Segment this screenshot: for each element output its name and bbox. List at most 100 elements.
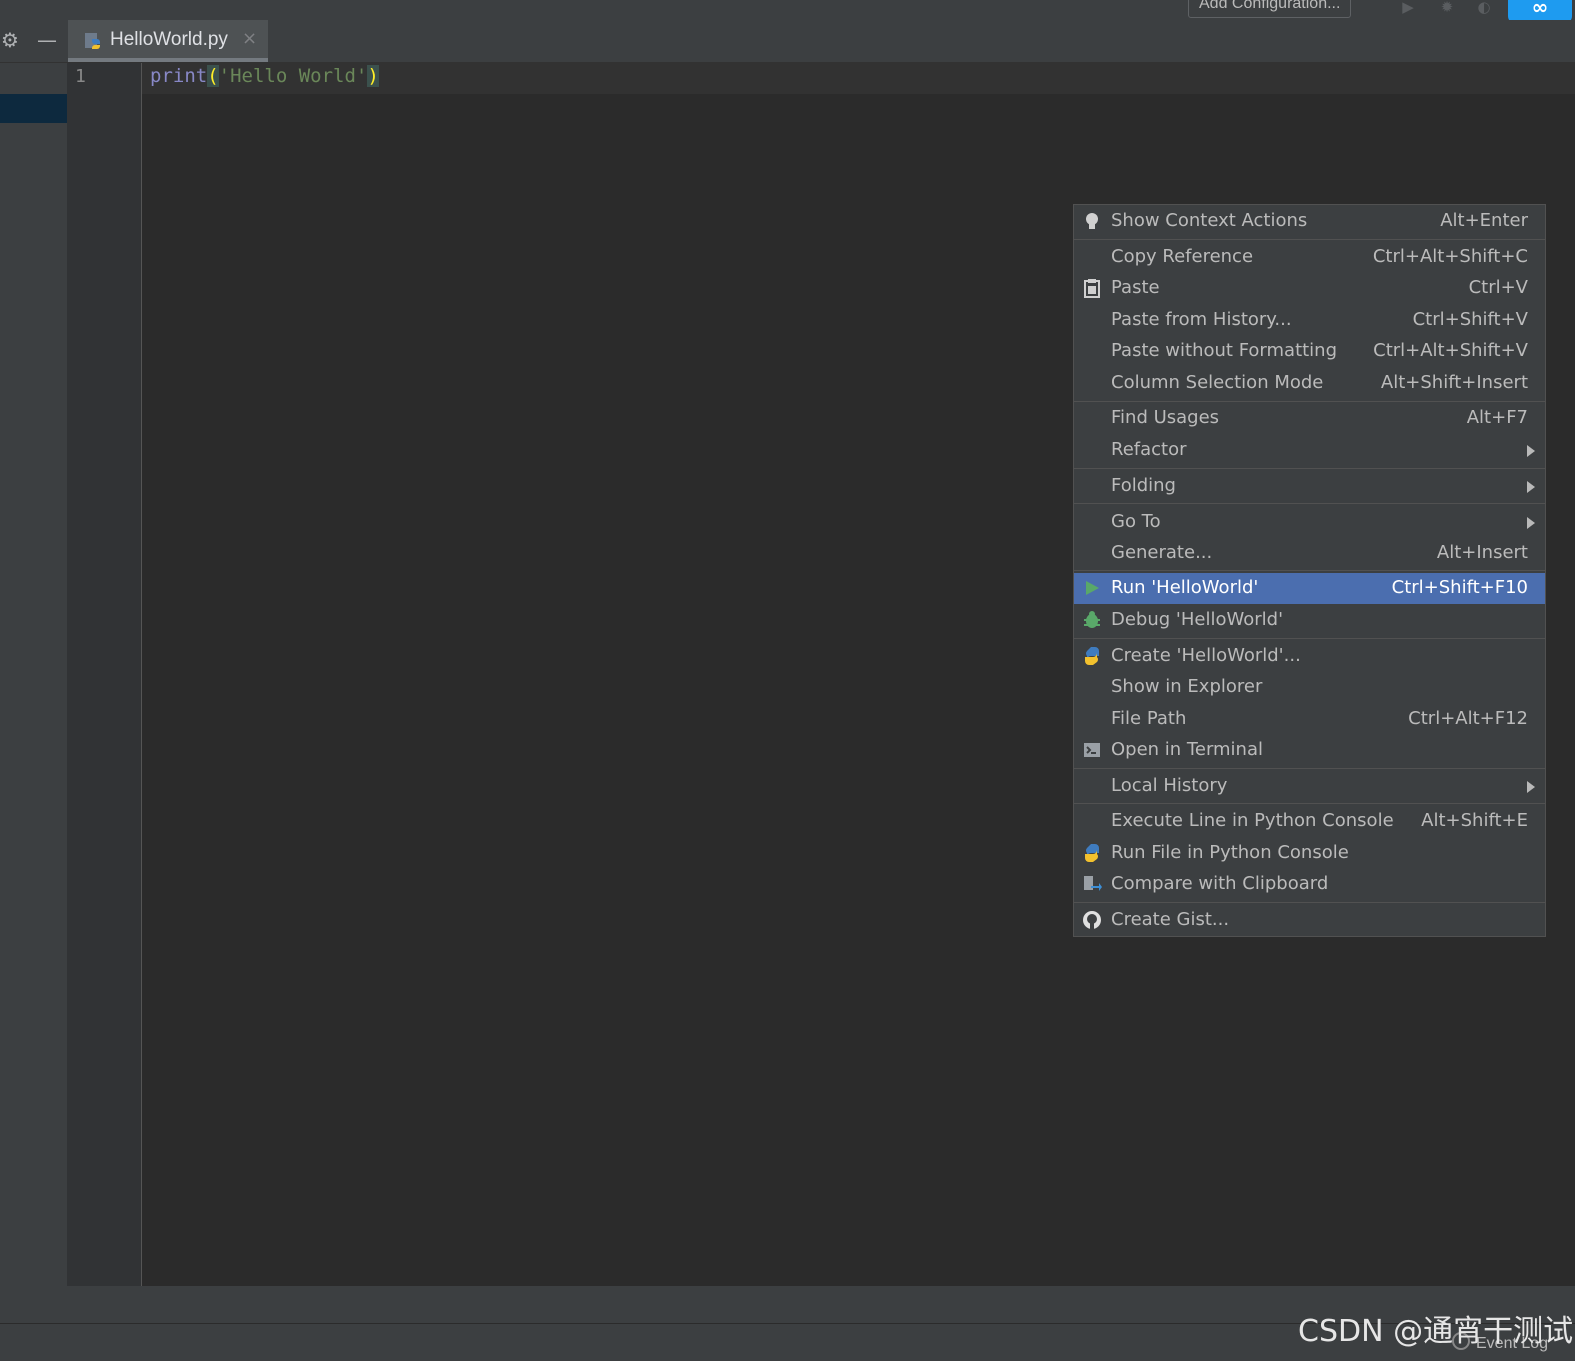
- python-icon: [1085, 844, 1099, 862]
- menu-separator: [1074, 503, 1545, 504]
- watermark: CSDN @通宵干测试: [1298, 1314, 1574, 1349]
- menu-item-label: Column Selection Mode: [1111, 372, 1324, 393]
- menu-paste-without-formatting[interactable]: Paste without Formatting Ctrl+Alt+Shift+V: [1074, 336, 1545, 367]
- menu-item-label: Paste without Formatting: [1111, 340, 1338, 361]
- code-line[interactable]: print('Hello World'): [150, 65, 379, 87]
- menu-separator: [1074, 803, 1545, 804]
- compare-icon: [1084, 876, 1102, 891]
- code-string: 'Hello World': [218, 65, 368, 87]
- menu-item-label: Run 'HelloWorld': [1111, 577, 1259, 598]
- run-icon[interactable]: ▶: [1398, 0, 1418, 16]
- menu-show-context-actions[interactable]: Show Context Actions Alt+Enter: [1074, 206, 1545, 237]
- close-icon[interactable]: ×: [242, 28, 257, 49]
- menu-item-label: Show Context Actions: [1111, 210, 1308, 231]
- gutter-divider: [141, 63, 142, 1286]
- menu-run-file-in-python-console[interactable]: Run File in Python Console: [1074, 838, 1545, 869]
- project-tree-selected-row[interactable]: [0, 94, 67, 123]
- menu-execute-line-in-python-console[interactable]: Execute Line in Python Console Alt+Shift+…: [1074, 806, 1545, 837]
- menu-item-shortcut: Alt+F7: [1466, 407, 1528, 428]
- submenu-arrow-icon: [1527, 517, 1535, 529]
- menu-separator: [1074, 239, 1545, 240]
- menu-item-shortcut: Alt+Insert: [1436, 542, 1528, 563]
- menu-item-label: Generate...: [1111, 542, 1213, 563]
- top-toolbar: Add Configuration... ▶ ✹ ◐ ∞: [0, 0, 1575, 24]
- menu-item-label: Refactor: [1111, 439, 1187, 460]
- tab-label: HelloWorld.py: [110, 29, 228, 50]
- menu-create-helloworld[interactable]: Create 'HelloWorld'...: [1074, 641, 1545, 672]
- menu-run-helloworld[interactable]: Run 'HelloWorld' Ctrl+Shift+F10: [1074, 573, 1545, 604]
- submenu-arrow-icon: [1527, 481, 1535, 493]
- menu-item-label: Execute Line in Python Console: [1111, 810, 1394, 831]
- menu-item-label: Find Usages: [1111, 407, 1220, 428]
- editor-tab-bar: ⚙ — HelloWorld.py ×: [0, 20, 1575, 63]
- menu-refactor[interactable]: Refactor: [1074, 435, 1545, 466]
- menu-generate[interactable]: Generate... Alt+Insert: [1074, 538, 1545, 569]
- tab-helloworld-py[interactable]: HelloWorld.py ×: [68, 20, 268, 62]
- menu-column-selection-mode[interactable]: Column Selection Mode Alt+Shift+Insert: [1074, 368, 1545, 399]
- code-keyword: print: [150, 65, 208, 87]
- menu-find-usages[interactable]: Find Usages Alt+F7: [1074, 403, 1545, 434]
- menu-item-shortcut: Alt+Shift+Insert: [1380, 372, 1528, 393]
- menu-item-label: Copy Reference: [1111, 246, 1254, 267]
- menu-file-path[interactable]: File Path Ctrl+Alt+F12: [1074, 704, 1545, 735]
- menu-item-shortcut: Alt+Shift+E: [1421, 810, 1528, 831]
- menu-go-to[interactable]: Go To: [1074, 507, 1545, 538]
- menu-item-label: Paste from History...: [1111, 309, 1292, 330]
- menu-show-in-explorer[interactable]: Show in Explorer: [1074, 672, 1545, 703]
- python-file-icon: [85, 33, 100, 49]
- menu-item-label: Debug 'HelloWorld': [1111, 609, 1284, 630]
- menu-item-label: Create 'HelloWorld'...: [1111, 645, 1301, 666]
- minimize-icon[interactable]: —: [35, 28, 59, 52]
- menu-item-label: File Path: [1111, 708, 1187, 729]
- menu-item-shortcut: Ctrl+V: [1468, 277, 1528, 298]
- left-tool-strip: [0, 63, 67, 1323]
- menu-folding[interactable]: Folding: [1074, 471, 1545, 502]
- gear-icon[interactable]: ⚙: [0, 28, 22, 52]
- add-configuration-button[interactable]: Add Configuration...: [1188, 0, 1352, 18]
- menu-item-label: Create Gist...: [1111, 909, 1230, 930]
- terminal-icon: [1084, 743, 1100, 757]
- menu-item-shortcut: Ctrl+Alt+Shift+C: [1372, 246, 1528, 267]
- menu-item-label: Go To: [1111, 511, 1161, 532]
- menu-separator: [1074, 468, 1545, 469]
- line-number: 1: [75, 66, 86, 87]
- menu-separator: [1074, 902, 1545, 903]
- menu-create-gist[interactable]: Create Gist...: [1074, 905, 1545, 936]
- menu-item-shortcut: Alt+Enter: [1440, 210, 1528, 231]
- code-open-paren: (: [207, 65, 219, 87]
- menu-item-label: Local History: [1111, 775, 1228, 796]
- menu-item-label: Run File in Python Console: [1111, 842, 1349, 863]
- menu-separator: [1074, 570, 1545, 571]
- clipboard-icon: [1084, 279, 1100, 298]
- debug-bug-icon: [1084, 611, 1100, 628]
- lightbulb-icon: [1086, 213, 1098, 229]
- menu-item-label: Compare with Clipboard: [1111, 873, 1329, 894]
- menu-item-label: Show in Explorer: [1111, 676, 1263, 697]
- editor-context-menu: Show Context Actions Alt+Enter Copy Refer…: [1073, 204, 1546, 937]
- menu-separator: [1074, 638, 1545, 639]
- menu-separator: [1074, 401, 1545, 402]
- menu-paste-from-history[interactable]: Paste from History... Ctrl+Shift+V: [1074, 305, 1545, 336]
- menu-local-history[interactable]: Local History: [1074, 771, 1545, 802]
- menu-item-shortcut: Ctrl+Shift+V: [1412, 309, 1528, 330]
- python-icon: [1085, 647, 1099, 665]
- coverage-icon[interactable]: ◐: [1474, 0, 1494, 16]
- menu-copy-reference[interactable]: Copy Reference Ctrl+Alt+Shift+C: [1074, 242, 1545, 273]
- menu-item-label: Folding: [1111, 475, 1176, 496]
- submenu-arrow-icon: [1527, 445, 1535, 457]
- editor-gutter: [67, 63, 141, 1286]
- debug-bug-icon[interactable]: ✹: [1437, 0, 1457, 16]
- menu-item-shortcut: Ctrl+Shift+F10: [1391, 577, 1528, 598]
- menu-debug-helloworld[interactable]: Debug 'HelloWorld': [1074, 605, 1545, 636]
- menu-open-in-terminal[interactable]: Open in Terminal: [1074, 735, 1545, 766]
- menu-item-shortcut: Ctrl+Alt+Shift+V: [1373, 340, 1528, 361]
- menu-paste[interactable]: Paste Ctrl+V: [1074, 273, 1545, 304]
- menu-item-shortcut: Ctrl+Alt+F12: [1408, 708, 1528, 729]
- submenu-arrow-icon: [1527, 781, 1535, 793]
- github-icon: [1083, 911, 1101, 929]
- menu-separator: [1074, 768, 1545, 769]
- run-icon: [1086, 581, 1099, 595]
- menu-item-label: Open in Terminal: [1111, 739, 1263, 760]
- code-close-paren: ): [367, 65, 379, 87]
- menu-compare-with-clipboard[interactable]: Compare with Clipboard: [1074, 869, 1545, 900]
